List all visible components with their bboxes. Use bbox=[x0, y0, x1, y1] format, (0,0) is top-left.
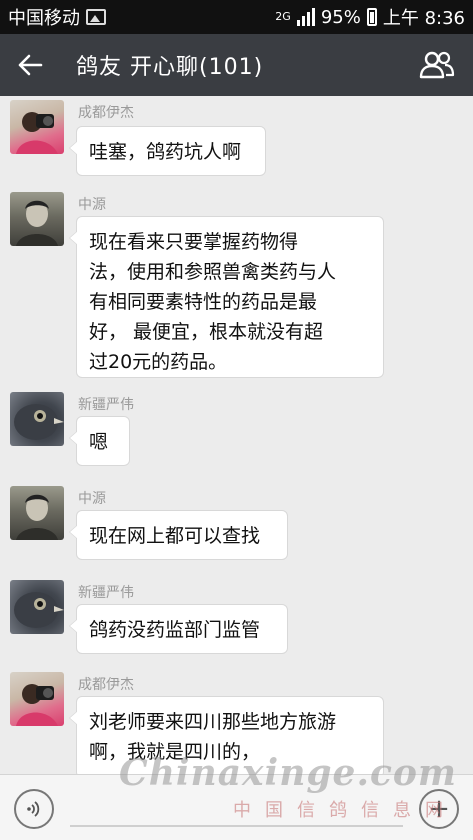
message-text-line: 法，使用和参照兽禽类药与人 bbox=[89, 261, 337, 283]
message-text: 嗯 bbox=[89, 431, 109, 453]
avatar-zhongyuan[interactable] bbox=[10, 192, 64, 246]
avatar-chengdu[interactable] bbox=[10, 672, 64, 726]
clock: 上午 8:36 bbox=[382, 8, 465, 29]
person-photo-icon bbox=[16, 112, 58, 154]
message-input[interactable] bbox=[70, 825, 403, 827]
sender-name: 新疆严伟 bbox=[78, 585, 134, 601]
sender-name: 成都伊杰 bbox=[78, 677, 134, 693]
pigeon-photo-icon bbox=[14, 592, 64, 628]
sender-name: 中源 bbox=[78, 197, 106, 213]
watermark-cn: 中国信鸽信息网 bbox=[233, 800, 457, 821]
avatar-pigeon[interactable] bbox=[10, 392, 64, 446]
status-bar: 中国移动 2G 95% 上午 8:36 bbox=[0, 0, 473, 34]
sender-name: 中源 bbox=[78, 491, 106, 507]
person-photo-icon bbox=[16, 200, 58, 246]
voice-icon bbox=[27, 801, 40, 817]
back-arrow-icon bbox=[18, 54, 43, 76]
back-button[interactable] bbox=[0, 34, 60, 96]
person-photo-icon bbox=[16, 684, 58, 726]
message-bubble[interactable]: 现在网上都可以查找 bbox=[69, 510, 288, 560]
message-bubble[interactable]: 哇塞，鸽药坑人啊 bbox=[69, 126, 266, 176]
avatar-pigeon[interactable] bbox=[10, 580, 64, 634]
message-text: 现在网上都可以查找 bbox=[89, 525, 261, 547]
pigeon-photo-icon bbox=[14, 404, 64, 440]
chat-header: 鸽友 开心聊(101) bbox=[0, 34, 473, 96]
message-text-line: 有相同要素特性的药品是最 bbox=[89, 291, 318, 313]
sender-name: 新疆严伟 bbox=[78, 397, 134, 413]
battery-percent: 95% bbox=[320, 6, 361, 28]
signal-icon bbox=[296, 8, 315, 26]
battery-icon bbox=[366, 8, 377, 26]
group-members-icon[interactable] bbox=[419, 48, 455, 82]
voice-button[interactable] bbox=[14, 789, 54, 829]
message-text: 哇塞，鸽药坑人啊 bbox=[89, 141, 242, 163]
watermark: Chinaxinge.com 中国信鸽信息网 bbox=[119, 752, 457, 822]
message-text: 鸽药没药监部门监管 bbox=[89, 619, 261, 641]
network-type: 2G bbox=[275, 10, 291, 23]
sender-name: 成都伊杰 bbox=[78, 105, 134, 121]
message-bubble[interactable]: 现在看来只要掌握药物得 法，使用和参照兽禽类药与人 有相同要素特性的药品是最 好… bbox=[69, 216, 384, 378]
watermark-en: Chinaxinge.com bbox=[119, 752, 457, 794]
message-list[interactable]: 成都伊杰 哇塞，鸽药坑人啊 中源 现在看来只要掌握药物得 法，使用和参照兽禽类药… bbox=[0, 96, 473, 774]
message-bubble[interactable]: 嗯 bbox=[69, 416, 130, 466]
avatar-zhongyuan[interactable] bbox=[10, 486, 64, 540]
person-photo-icon bbox=[16, 494, 58, 540]
message-text-line: 现在看来只要掌握药物得 bbox=[89, 231, 299, 253]
message-text-line: 好， 最便宜，根本就没有超 bbox=[89, 321, 324, 343]
carrier-name: 中国移动 bbox=[8, 8, 80, 29]
message-text-line: 过20元的药品。 bbox=[89, 351, 228, 373]
avatar-chengdu[interactable] bbox=[10, 100, 64, 154]
status-right: 2G 95% 上午 8:36 bbox=[275, 0, 465, 34]
message-text-line: 刘老师要来四川那些地方旅游 bbox=[89, 711, 337, 733]
message-bubble[interactable]: 鸽药没药监部门监管 bbox=[69, 604, 288, 654]
gallery-notification-icon bbox=[86, 9, 106, 25]
chat-title: 鸽友 开心聊(101) bbox=[76, 55, 264, 80]
